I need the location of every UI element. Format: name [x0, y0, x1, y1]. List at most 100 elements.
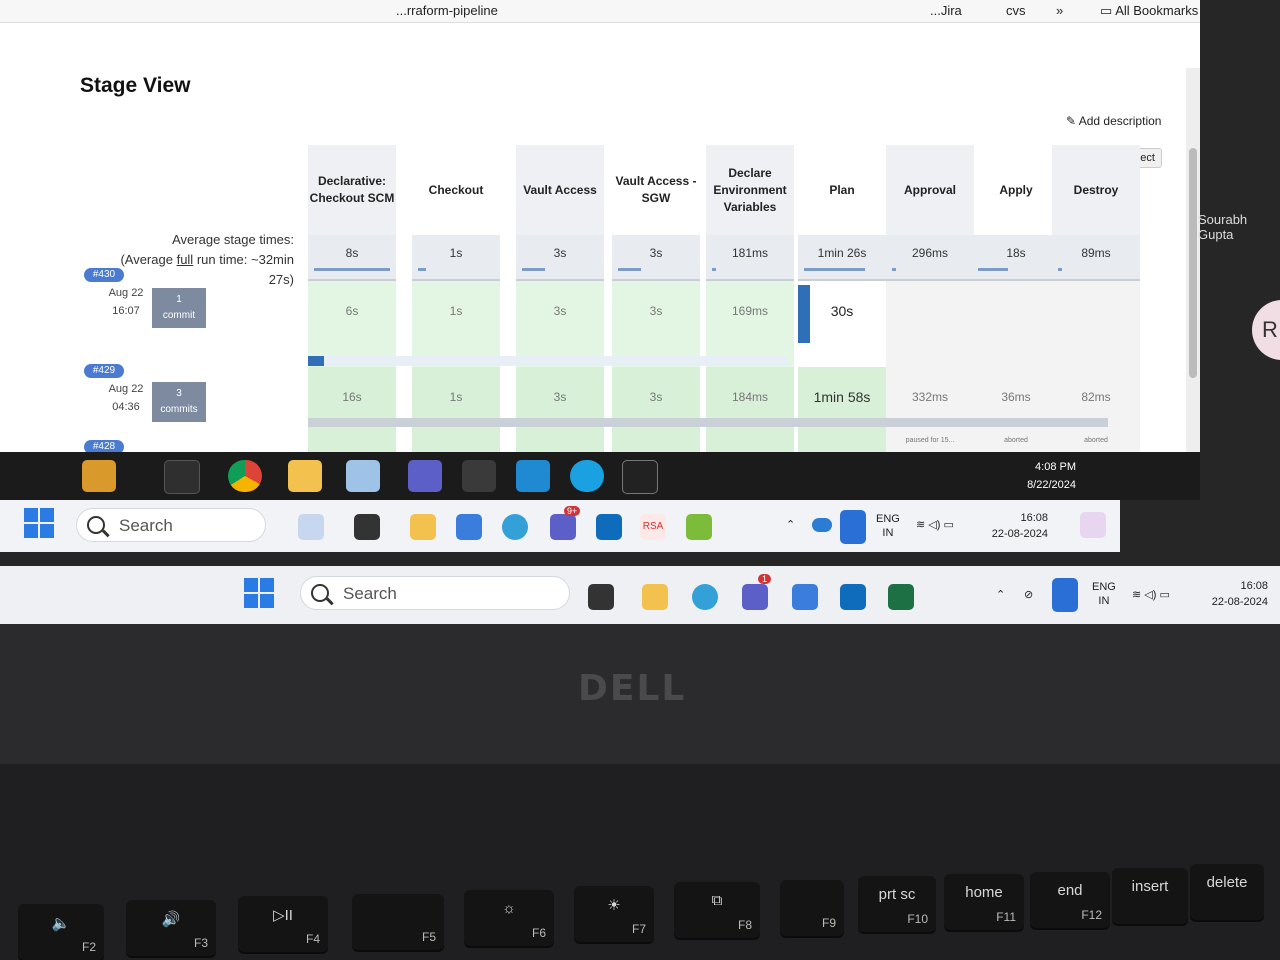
vscode-icon[interactable]: [516, 460, 550, 492]
key-end[interactable]: end F12: [1030, 872, 1110, 928]
stage-cell-429[interactable]: 184ms: [706, 367, 794, 453]
remote-desktop-icon[interactable]: [686, 514, 712, 540]
outlook-icon[interactable]: [840, 584, 866, 610]
key-f6[interactable]: ☼ F6: [464, 890, 554, 946]
chevron-up-icon[interactable]: ⌃: [786, 518, 795, 532]
stage-cell-429[interactable]: 1s: [412, 367, 500, 453]
terminal-icon[interactable]: [622, 460, 658, 494]
store-icon[interactable]: [792, 584, 818, 610]
running-progress: [798, 285, 810, 343]
wifi-volume-battery-icons[interactable]: ≋ ◁) ▭: [916, 518, 954, 532]
microphone-icon[interactable]: [1052, 578, 1078, 612]
key-insert[interactable]: insert: [1112, 868, 1188, 924]
outlook-icon[interactable]: [596, 514, 622, 540]
notification-badge: 9+: [564, 506, 581, 516]
avg-bar: [804, 268, 865, 271]
key-home[interactable]: home F11: [944, 874, 1024, 930]
stage-cell-429[interactable]: 3s: [612, 367, 700, 453]
stage-cell-430[interactable]: 3s: [612, 281, 700, 367]
commits-button-430[interactable]: 1 commit: [152, 288, 206, 328]
stage-cell-430[interactable]: 3s: [516, 281, 604, 367]
taskbar-clock[interactable]: 16:08 22-08-2024: [980, 510, 1048, 542]
stage-cell-429[interactable]: 36ms aborted: [972, 367, 1060, 453]
stage-note: aborted: [1084, 437, 1108, 444]
dell-logo: DELL: [578, 668, 687, 709]
key-f3[interactable]: 🔊 F3: [126, 900, 216, 956]
task-view-icon[interactable]: [164, 460, 200, 494]
edge-icon[interactable]: [692, 584, 718, 610]
stage-cell-430-running[interactable]: 30s: [798, 281, 886, 367]
file-explorer-icon[interactable]: [410, 514, 436, 540]
key-f7[interactable]: ☀ F7: [574, 886, 654, 942]
all-bookmarks-button[interactable]: ▭ All Bookmarks: [1100, 3, 1198, 19]
onedrive-icon[interactable]: [812, 518, 832, 532]
onedrive-paused-icon[interactable]: ⊘: [1024, 588, 1033, 602]
taskbar-primary: Search 9+ RSA ⌃ ENG IN ≋ ◁) ▭ 16:08 22-08-…: [0, 500, 1120, 552]
bookmark-jira[interactable]: ...Jira: [930, 3, 962, 18]
stage-avg: 3s: [516, 235, 604, 281]
stage-header: Approval: [886, 145, 974, 235]
microphone-icon[interactable]: [840, 510, 866, 544]
taskbar-clock[interactable]: 16:08 22-08-2024: [1200, 578, 1268, 610]
stage-cell-430[interactable]: 6s: [308, 281, 396, 367]
excel-icon[interactable]: [888, 584, 914, 610]
rsa-token-icon[interactable]: RSA: [640, 514, 666, 540]
keyboard-deck: 🔈 F2 🔊 F3 ▷II F4 F5 ☼ F6 ☀ F7 ⧉ F8 F9 prt sc F1…: [0, 764, 1280, 960]
commits-button-429[interactable]: 3 commits: [152, 382, 206, 422]
remote-clock[interactable]: 4:08 PM 8/22/2024: [1010, 458, 1076, 494]
key-f8[interactable]: ⧉ F8: [674, 882, 760, 938]
stage-cell-429[interactable]: 332ms paused for 15...: [886, 367, 974, 453]
chrome-icon[interactable]: [228, 460, 262, 492]
page-scrollbar[interactable]: [1186, 68, 1200, 500]
stage-cell-429[interactable]: 1min 58s: [798, 367, 886, 453]
key-f5[interactable]: F5: [352, 894, 444, 950]
scrollbar-thumb[interactable]: [1189, 148, 1197, 378]
widgets-icon[interactable]: [298, 514, 324, 540]
bookmark-cvs[interactable]: cvs: [1006, 3, 1026, 18]
stage-cell-430[interactable]: 1s: [412, 281, 500, 367]
teams-icon[interactable]: [408, 460, 442, 492]
bookmarks-overflow-icon[interactable]: »: [1056, 3, 1063, 18]
search-placeholder: Search: [119, 516, 173, 535]
add-description-link[interactable]: ✎ Add description: [1066, 114, 1161, 128]
taskbar-search[interactable]: Search: [76, 508, 266, 542]
stage-header: Vault Access - SGW: [615, 174, 697, 205]
git-icon[interactable]: [462, 460, 496, 492]
file-explorer-icon[interactable]: [288, 460, 322, 492]
windows-start-icon[interactable]: [244, 578, 274, 608]
copilot-icon[interactable]: [1080, 512, 1106, 538]
taskbar-search[interactable]: Search: [300, 576, 570, 610]
store-icon[interactable]: [456, 514, 482, 540]
stage-cell-430[interactable]: 169ms: [706, 281, 794, 367]
file-explorer-icon[interactable]: [642, 584, 668, 610]
chevron-up-icon[interactable]: ⌃: [996, 588, 1005, 602]
language-indicator[interactable]: ENG IN: [1092, 580, 1116, 608]
task-view-icon[interactable]: [588, 584, 614, 610]
build-progress-bar: [308, 356, 788, 366]
language-indicator[interactable]: ENG IN: [876, 512, 900, 540]
key-f4[interactable]: ▷II F4: [238, 896, 328, 952]
edge-icon[interactable]: [570, 460, 604, 492]
stage-cell-429[interactable]: 16s: [308, 367, 396, 453]
teams-icon[interactable]: 1: [742, 574, 772, 610]
teams-icon[interactable]: 9+: [550, 506, 581, 540]
key-delete[interactable]: delete: [1190, 864, 1264, 920]
page-title: Stage View: [80, 74, 191, 97]
full-run-link[interactable]: full: [177, 252, 194, 267]
windows-start-icon[interactable]: [24, 508, 54, 538]
build-badge-429[interactable]: #429: [84, 364, 124, 378]
stage-avg: 89ms: [1052, 235, 1140, 281]
notepad-icon[interactable]: [346, 460, 380, 492]
stage-header: Destroy: [1052, 145, 1140, 235]
stage-cell-429[interactable]: 82ms aborted: [1052, 367, 1140, 453]
key-f2[interactable]: 🔈 F2: [18, 904, 104, 960]
build-badge-430[interactable]: #430: [84, 268, 124, 282]
edge-icon[interactable]: [502, 514, 528, 540]
wifi-volume-battery-icons[interactable]: ≋ ◁) ▭: [1132, 588, 1170, 602]
avatar[interactable]: R: [1252, 300, 1280, 360]
task-view-icon[interactable]: [354, 514, 380, 540]
key-f9[interactable]: F9: [780, 880, 844, 936]
key-prtsc[interactable]: prt sc F10: [858, 876, 936, 932]
stage-cell-429[interactable]: 3s: [516, 367, 604, 453]
briefcase-icon[interactable]: [82, 460, 116, 492]
